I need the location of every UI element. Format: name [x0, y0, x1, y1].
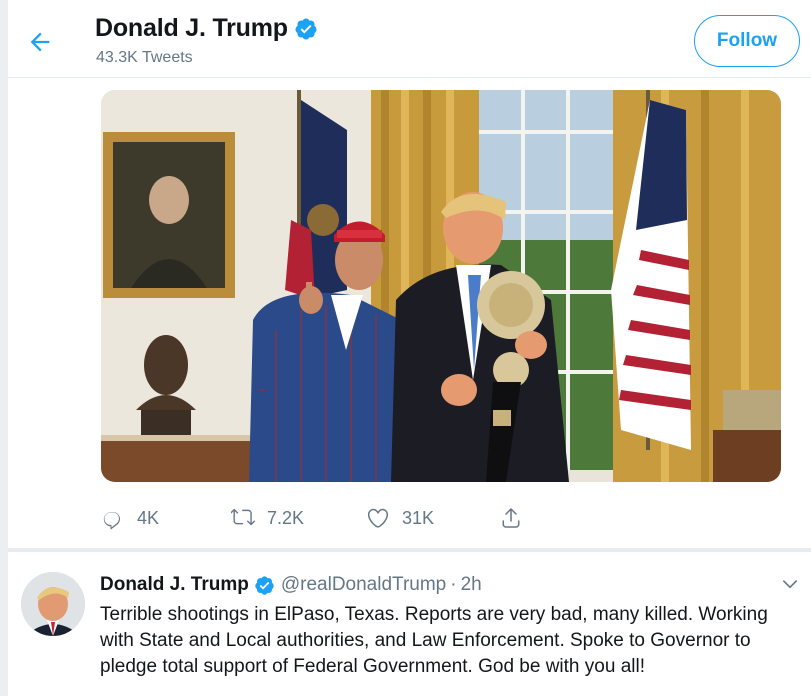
follow-button[interactable]: Follow [694, 15, 800, 67]
window-edge [0, 0, 8, 696]
tweet[interactable]: Donald J. Trump @realDonaldTrump · 2h Te… [8, 552, 811, 696]
reply-icon [103, 512, 120, 530]
like-count: 31K [402, 507, 435, 528]
retweet-button[interactable]: 7.2K [231, 500, 304, 536]
retweet-icon [231, 508, 255, 526]
separator-dot: · [450, 574, 457, 595]
author-handle[interactable]: @realDonaldTrump [281, 574, 446, 596]
tweet-photo-image [101, 90, 781, 482]
verified-badge-icon [295, 18, 317, 39]
like-button[interactable]: 31K [366, 500, 434, 536]
tweet-timestamp[interactable]: 2h [461, 574, 482, 596]
tweet-header: Donald J. Trump @realDonaldTrump · 2h [100, 574, 482, 596]
profile-name: Donald J. Trump [95, 14, 288, 42]
author-name[interactable]: Donald J. Trump [100, 574, 249, 596]
tweet-actions: 4K 7.2K 31K [101, 500, 621, 536]
profile-header: Donald J. Trump 43.3K Tweets Follow [8, 0, 811, 78]
timeline-panel: Donald J. Trump 43.3K Tweets Follow 4K 7… [8, 0, 811, 696]
back-button[interactable] [26, 28, 54, 56]
tweet-text: Terrible shootings in ElPaso, Texas. Rep… [100, 604, 768, 677]
tweet-photo[interactable] [101, 90, 781, 482]
avatar[interactable] [21, 572, 85, 636]
reply-count: 4K [137, 507, 160, 528]
profile-title: Donald J. Trump [95, 14, 318, 43]
verified-badge-icon [255, 575, 274, 595]
chevron-down-icon [783, 580, 798, 589]
share-button[interactable] [499, 500, 535, 536]
avatar-image [21, 572, 85, 636]
like-icon [367, 508, 389, 528]
reply-button[interactable]: 4K [101, 500, 159, 536]
tweet-menu-button[interactable] [780, 574, 800, 594]
retweet-count: 7.2K [267, 507, 305, 528]
tweet-count: 43.3K Tweets [96, 49, 193, 66]
share-icon [502, 508, 520, 528]
back-arrow-icon [30, 32, 50, 52]
